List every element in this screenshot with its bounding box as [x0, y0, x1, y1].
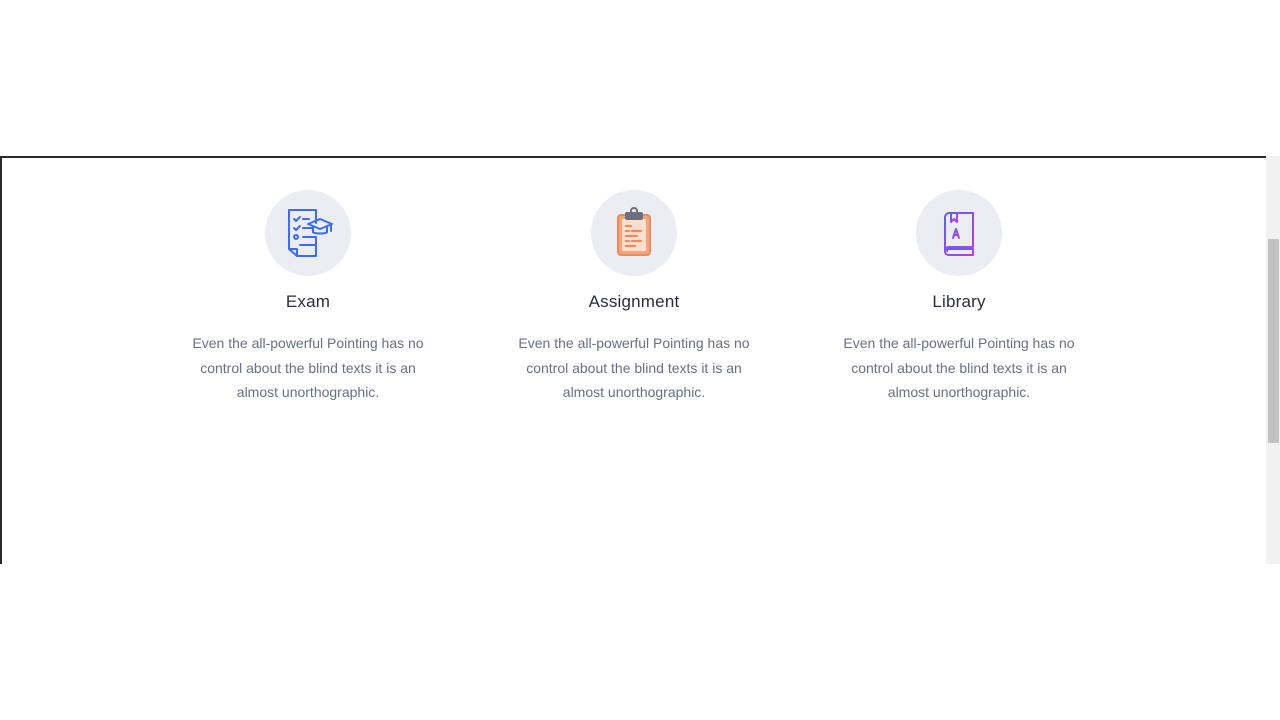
- exam-icon-circle: [265, 190, 351, 276]
- clipboard-icon: [617, 207, 651, 256]
- feature-library: Library Even the all-powerful Pointing h…: [839, 190, 1079, 405]
- exam-icon: [288, 209, 333, 257]
- feature-title-library: Library: [932, 292, 986, 311]
- feature-title-assignment: Assignment: [588, 292, 680, 311]
- feature-description-assignment: Even the all-powerful Pointing has no co…: [518, 335, 750, 401]
- assignment-icon-circle: [591, 190, 677, 276]
- scrollbar-thumb[interactable]: [1268, 239, 1279, 443]
- feature-description-library: Even the all-powerful Pointing has no co…: [843, 335, 1075, 401]
- library-icon-circle: [916, 190, 1002, 276]
- book-icon: [944, 212, 974, 256]
- feature-title-exam: Exam: [285, 292, 331, 311]
- feature-assignment: Assignment Even the all-powerful Pointin…: [514, 190, 754, 405]
- feature-exam: Exam Even the all-powerful Pointing has …: [188, 190, 428, 405]
- feature-description-exam: Even the all-powerful Pointing has no co…: [192, 335, 424, 401]
